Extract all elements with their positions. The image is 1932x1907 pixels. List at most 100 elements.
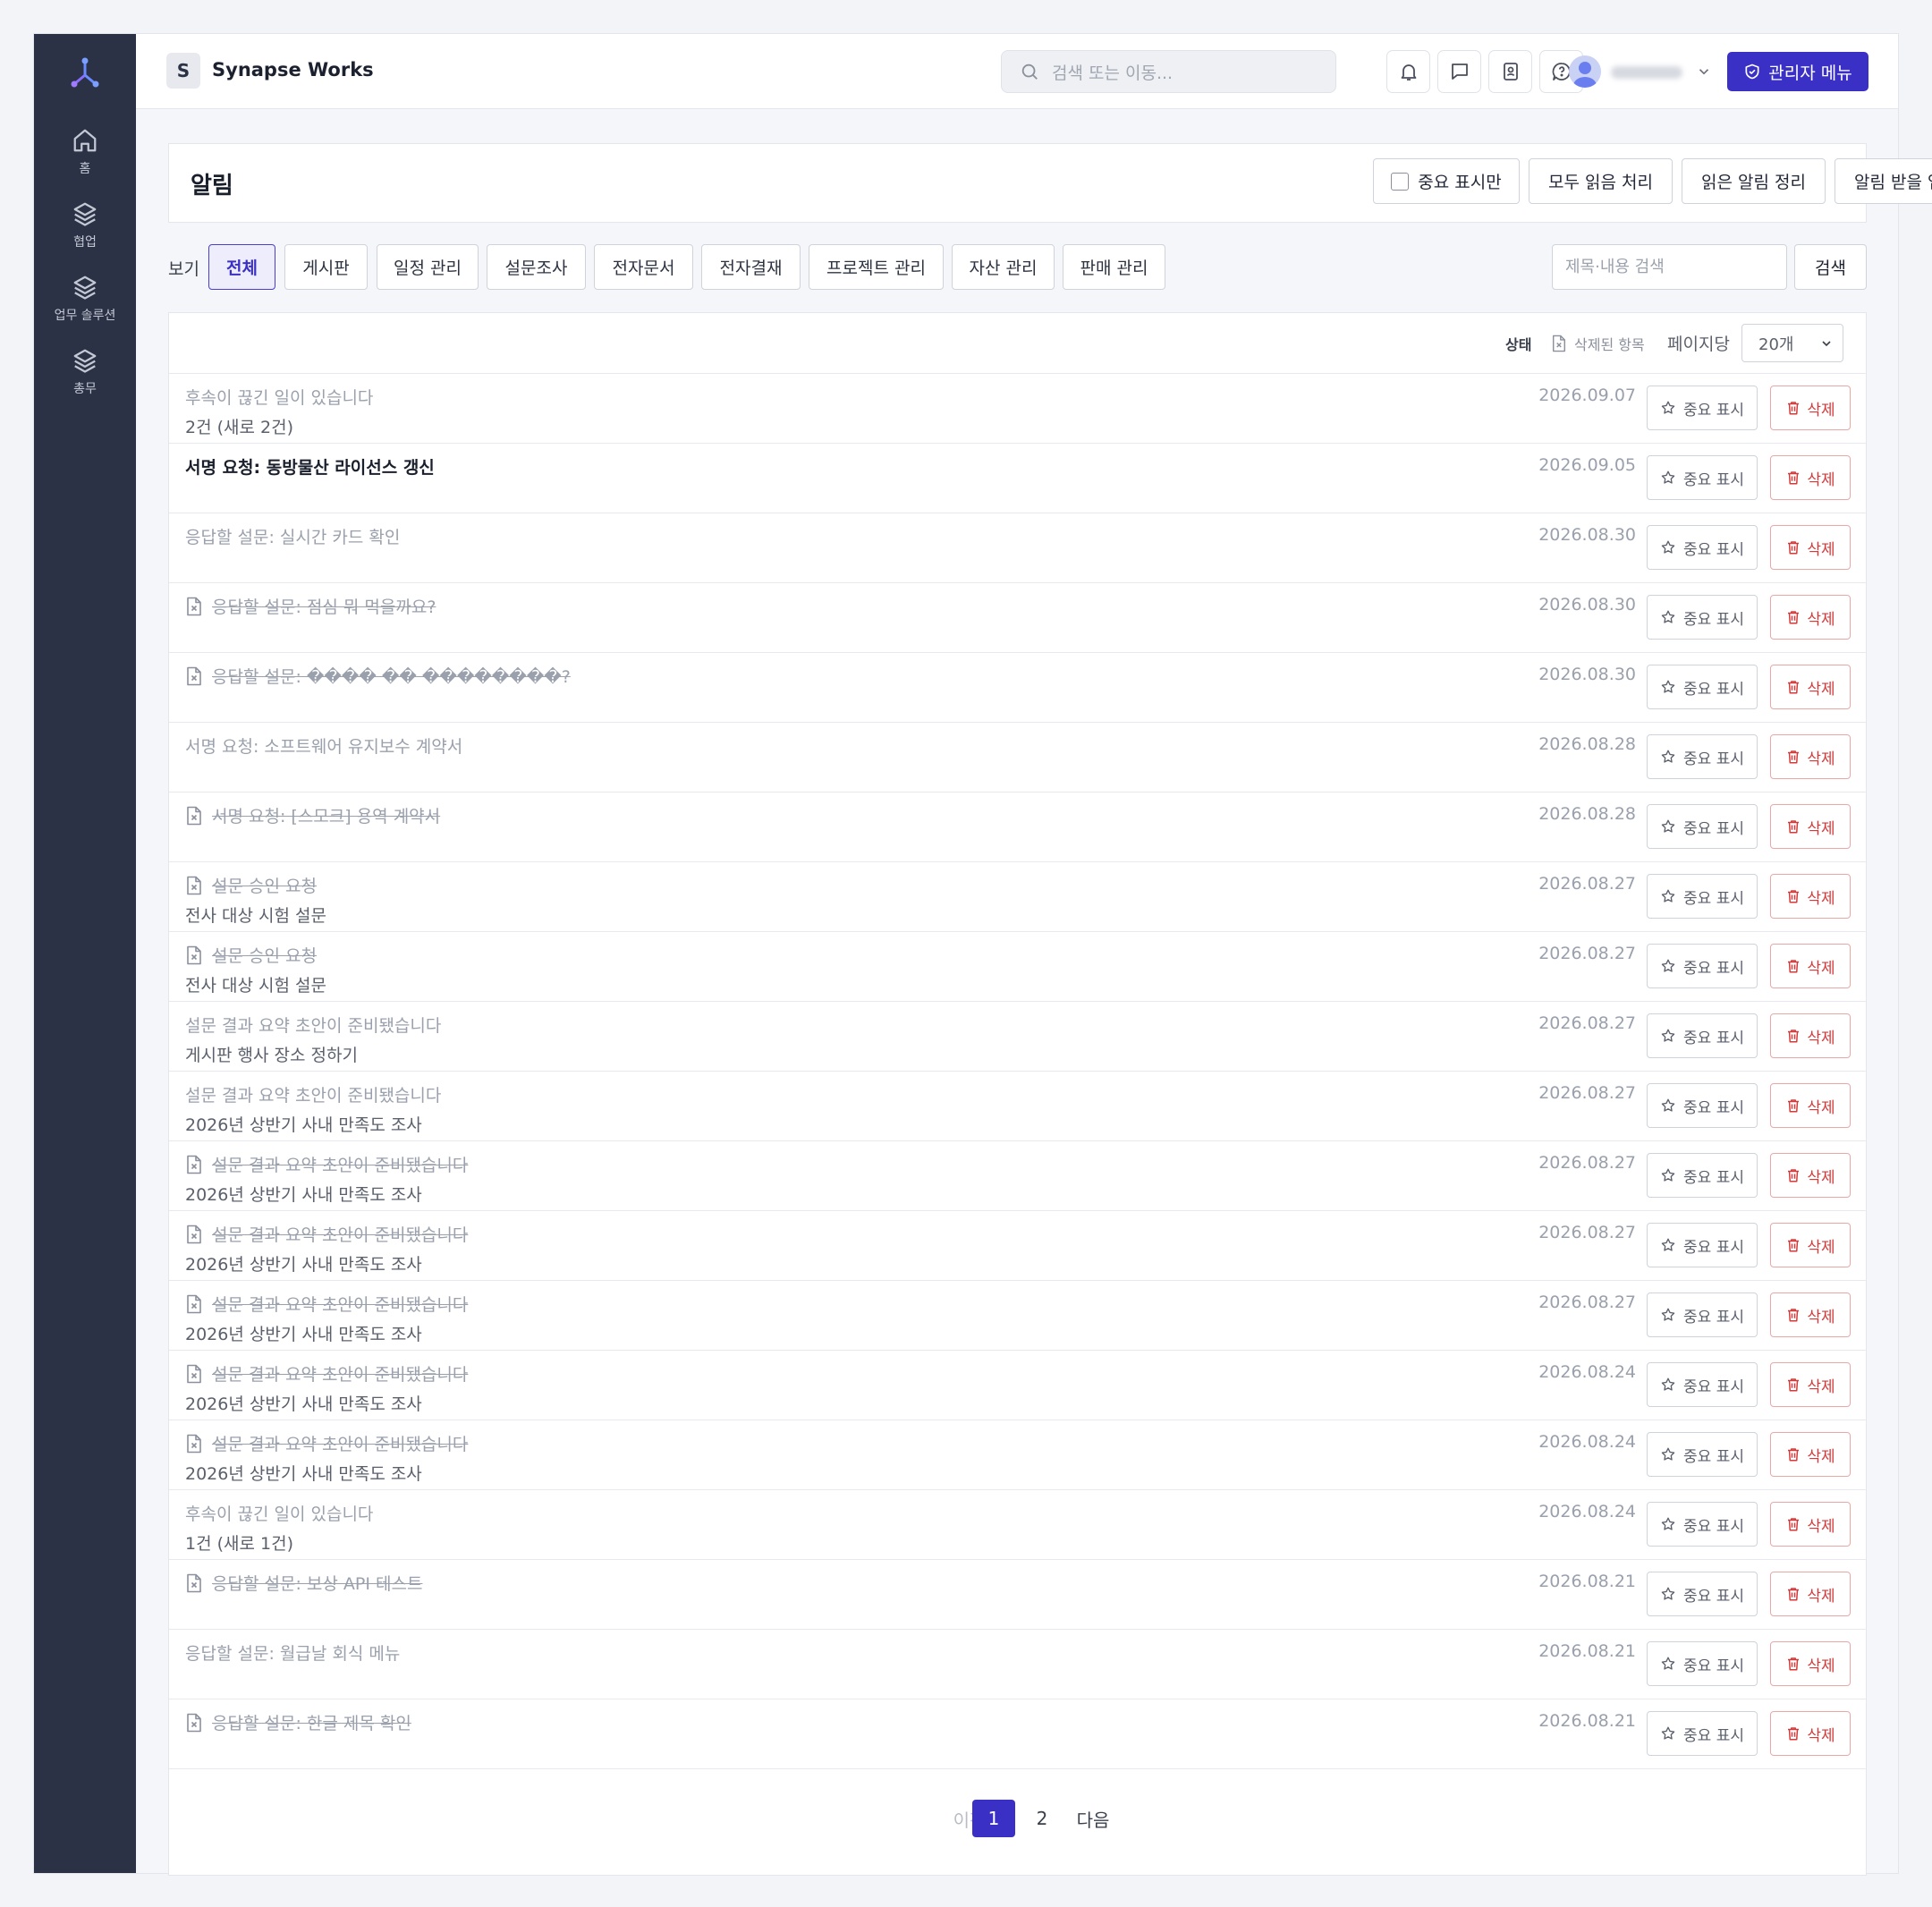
notification-row[interactable]: 응답할 설문: ���� �� ��������? 2026.08.30 중요 표시… bbox=[169, 653, 1866, 723]
delete-button[interactable]: 삭제 bbox=[1770, 804, 1851, 849]
notification-title[interactable]: 설문 결과 요약 초안이 준비됐습니다 bbox=[185, 1222, 468, 1246]
notification-title[interactable]: 응답할 설문: 실시간 카드 확인 bbox=[185, 524, 400, 548]
delete-button[interactable]: 삭제 bbox=[1770, 1432, 1851, 1477]
notification-title[interactable]: 응답할 설문: 월급날 회식 메뉴 bbox=[185, 1640, 400, 1665]
mark-important-button[interactable]: 중요 표시 bbox=[1647, 1711, 1758, 1756]
clear-read-button[interactable]: 읽은 알림 정리 bbox=[1682, 158, 1826, 204]
notification-row[interactable]: 설문 결과 요약 초안이 준비됐습니다 2026년 상반기 사내 만족도 조사 20… bbox=[169, 1351, 1866, 1420]
notification-row[interactable]: 설문 결과 요약 초안이 준비됐습니다 2026년 상반기 사내 만족도 조사 20… bbox=[169, 1072, 1866, 1141]
mark-important-button[interactable]: 중요 표시 bbox=[1647, 1362, 1758, 1407]
page-button-1[interactable]: 1 bbox=[972, 1800, 1015, 1837]
delete-button[interactable]: 삭제 bbox=[1770, 595, 1851, 640]
delete-button[interactable]: 삭제 bbox=[1770, 1711, 1851, 1756]
delete-button[interactable]: 삭제 bbox=[1770, 1013, 1851, 1058]
delete-button[interactable]: 삭제 bbox=[1770, 874, 1851, 919]
mark-important-button[interactable]: 중요 표시 bbox=[1647, 1293, 1758, 1337]
notification-title[interactable]: 응답할 설문: 점심 뭐 먹을까요? bbox=[185, 594, 436, 618]
search-button[interactable]: 검색 bbox=[1794, 244, 1867, 290]
logo-icon[interactable] bbox=[68, 55, 102, 89]
notification-row[interactable]: 응답할 설문: 보상 API 테스트 2026.08.21 중요 표시 삭제 bbox=[169, 1560, 1866, 1630]
notification-row[interactable]: 설문 결과 요약 초안이 준비됐습니다 2026년 상반기 사내 만족도 조사 20… bbox=[169, 1211, 1866, 1281]
notification-title[interactable]: 설문 결과 요약 초안이 준비됐습니다 bbox=[185, 1361, 468, 1386]
sidebar-item-home[interactable]: 홈 bbox=[34, 127, 136, 190]
notification-title[interactable]: 응답할 설문: ���� �� ��������? bbox=[185, 664, 571, 688]
notification-row[interactable]: 설문 승인 요청 전사 대상 시험 설문 2026.08.27 중요 표시 삭제 bbox=[169, 932, 1866, 1002]
filter-tab[interactable]: 자산 관리 bbox=[952, 244, 1055, 290]
next-page-button[interactable]: 다음 bbox=[1071, 1800, 1115, 1837]
checkbox[interactable] bbox=[1391, 172, 1410, 191]
subscribed-tasks-button[interactable]: 알림 받을 업무 bbox=[1835, 158, 1932, 204]
delete-button[interactable]: 삭제 bbox=[1770, 386, 1851, 430]
notification-row[interactable]: 설문 결과 요약 초안이 준비됐습니다 2026년 상반기 사내 만족도 조사 20… bbox=[169, 1281, 1866, 1351]
notification-row[interactable]: 응답할 설문: 월급날 회식 메뉴 2026.08.21 중요 표시 삭제 bbox=[169, 1630, 1866, 1699]
admin-menu-button[interactable]: 관리자 메뉴 bbox=[1727, 52, 1868, 91]
notification-title[interactable]: 설문 승인 요청 bbox=[185, 873, 317, 897]
mark-important-button[interactable]: 중요 표시 bbox=[1647, 804, 1758, 849]
notification-row[interactable]: 응답할 설문: 점심 뭐 먹을까요? 2026.08.30 중요 표시 삭제 bbox=[169, 583, 1866, 653]
notification-title[interactable]: 설문 결과 요약 초안이 준비됐습니다 bbox=[185, 1292, 468, 1316]
delete-button[interactable]: 삭제 bbox=[1770, 1083, 1851, 1128]
notification-title[interactable]: 설문 결과 요약 초안이 준비됐습니다 bbox=[185, 1082, 441, 1106]
notification-row[interactable]: 설문 결과 요약 초안이 준비됐습니다 2026년 상반기 사내 만족도 조사 20… bbox=[169, 1420, 1866, 1490]
mark-important-button[interactable]: 중요 표시 bbox=[1647, 874, 1758, 919]
mark-important-button[interactable]: 중요 표시 bbox=[1647, 1013, 1758, 1058]
delete-button[interactable]: 삭제 bbox=[1770, 665, 1851, 709]
avatar[interactable] bbox=[1569, 55, 1601, 88]
notification-title[interactable]: 응답할 설문: 보상 API 테스트 bbox=[185, 1571, 422, 1595]
filter-tab[interactable]: 게시판 bbox=[284, 244, 368, 290]
delete-button[interactable]: 삭제 bbox=[1770, 455, 1851, 500]
notification-title[interactable]: 서명 요청: 동방물산 라이선스 갱신 bbox=[185, 454, 435, 479]
mark-important-button[interactable]: 중요 표시 bbox=[1647, 734, 1758, 779]
global-search-input[interactable]: 검색 또는 이동... bbox=[1001, 50, 1336, 93]
page-button-2[interactable]: 2 bbox=[1026, 1800, 1058, 1837]
mark-important-button[interactable]: 중요 표시 bbox=[1647, 1223, 1758, 1267]
mark-important-button[interactable]: 중요 표시 bbox=[1647, 1502, 1758, 1547]
notification-title[interactable]: 응답할 설문: 한글 제목 확인 bbox=[185, 1710, 411, 1734]
delete-button[interactable]: 삭제 bbox=[1770, 1153, 1851, 1198]
mark-important-button[interactable]: 중요 표시 bbox=[1647, 386, 1758, 430]
notification-title[interactable]: 서명 요청: [스모크] 용역 계약서 bbox=[185, 803, 440, 827]
user-name-redacted[interactable] bbox=[1611, 66, 1682, 79]
mark-important-button[interactable]: 중요 표시 bbox=[1647, 1572, 1758, 1616]
notification-row[interactable]: 설문 결과 요약 초안이 준비됐습니다 2026년 상반기 사내 만족도 조사 20… bbox=[169, 1141, 1866, 1211]
mark-important-button[interactable]: 중요 표시 bbox=[1647, 595, 1758, 640]
notification-title[interactable]: 후속이 끊긴 일이 있습니다 bbox=[185, 1501, 373, 1525]
notification-row[interactable]: 응답할 설문: 한글 제목 확인 2026.08.21 중요 표시 삭제 bbox=[169, 1699, 1866, 1769]
chevron-down-icon[interactable] bbox=[1696, 64, 1712, 80]
filter-tab[interactable]: 전자문서 bbox=[594, 244, 693, 290]
delete-button[interactable]: 삭제 bbox=[1770, 525, 1851, 570]
notification-row[interactable]: 서명 요청: 소프트웨어 유지보수 계약서 2026.08.28 중요 표시 삭제 bbox=[169, 723, 1866, 792]
workspace-badge[interactable]: S bbox=[166, 53, 200, 89]
contacts-button[interactable] bbox=[1488, 50, 1532, 93]
mark-important-button[interactable]: 중요 표시 bbox=[1647, 1641, 1758, 1686]
sidebar-item-business-solution[interactable]: 업무 솔루션 bbox=[34, 274, 136, 336]
sidebar-item-general-affairs[interactable]: 총무 bbox=[34, 347, 136, 410]
filter-tab[interactable]: 전자결재 bbox=[701, 244, 801, 290]
filter-tab[interactable]: 프로젝트 관리 bbox=[809, 244, 944, 290]
per-page-select[interactable]: 20개 bbox=[1741, 324, 1843, 362]
mark-important-button[interactable]: 중요 표시 bbox=[1647, 1432, 1758, 1477]
delete-button[interactable]: 삭제 bbox=[1770, 944, 1851, 988]
notification-search-input[interactable] bbox=[1552, 244, 1787, 290]
filter-tab[interactable]: 전체 bbox=[208, 244, 275, 290]
notification-row[interactable]: 설문 승인 요청 전사 대상 시험 설문 2026.08.27 중요 표시 삭제 bbox=[169, 862, 1866, 932]
notification-title[interactable]: 설문 결과 요약 초안이 준비됐습니다 bbox=[185, 1152, 468, 1176]
notification-title[interactable]: 서명 요청: 소프트웨어 유지보수 계약서 bbox=[185, 733, 462, 758]
notification-title[interactable]: 후속이 끊긴 일이 있습니다 bbox=[185, 385, 373, 409]
notification-row[interactable]: 서명 요청: [스모크] 용역 계약서 2026.08.28 중요 표시 삭제 bbox=[169, 792, 1866, 862]
filter-tab[interactable]: 일정 관리 bbox=[377, 244, 479, 290]
filter-tab[interactable]: 판매 관리 bbox=[1063, 244, 1165, 290]
delete-button[interactable]: 삭제 bbox=[1770, 1572, 1851, 1616]
notification-title[interactable]: 설문 결과 요약 초안이 준비됐습니다 bbox=[185, 1431, 468, 1455]
notification-row[interactable]: 후속이 끊긴 일이 있습니다 2건 (새로 2건) 2026.09.07 중요 표시 삭… bbox=[169, 374, 1866, 444]
notification-row[interactable]: 서명 요청: 동방물산 라이선스 갱신 2026.09.05 중요 표시 삭제 bbox=[169, 444, 1866, 513]
notifications-button[interactable] bbox=[1386, 50, 1430, 93]
notification-title[interactable]: 설문 승인 요청 bbox=[185, 943, 317, 967]
important-only-toggle[interactable]: 중요 표시만 bbox=[1373, 158, 1520, 204]
workspace-name[interactable]: Synapse Works bbox=[212, 59, 374, 81]
notification-row[interactable]: 응답할 설문: 실시간 카드 확인 2026.08.30 중요 표시 삭제 bbox=[169, 513, 1866, 583]
delete-button[interactable]: 삭제 bbox=[1770, 1641, 1851, 1686]
mark-all-read-button[interactable]: 모두 읽음 처리 bbox=[1529, 158, 1673, 204]
delete-button[interactable]: 삭제 bbox=[1770, 1223, 1851, 1267]
mark-important-button[interactable]: 중요 표시 bbox=[1647, 525, 1758, 570]
